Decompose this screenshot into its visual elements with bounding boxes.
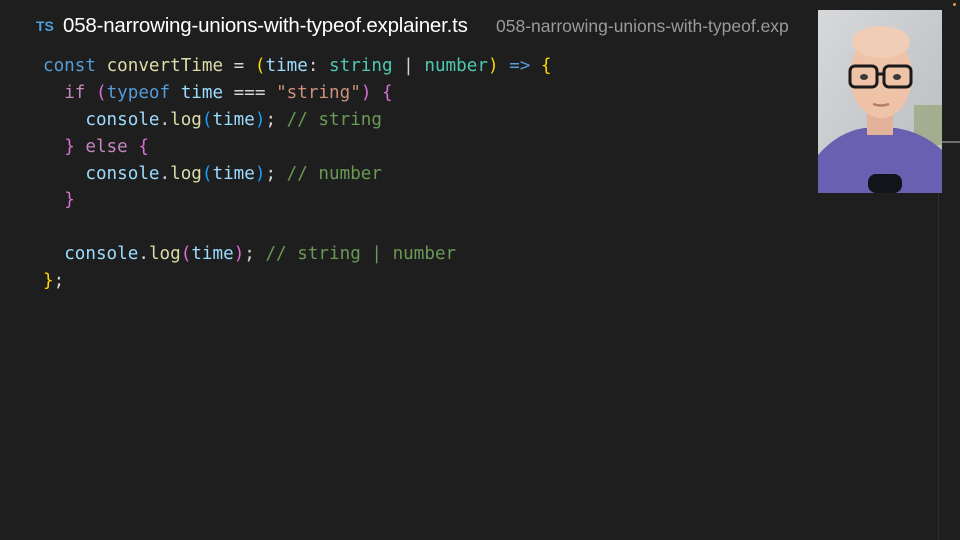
code-line-4: } else {: [43, 134, 552, 161]
token-variable: time: [180, 82, 224, 103]
file-path-breadcrumb[interactable]: 058-narrowing-unions-with-typeof.exp: [496, 16, 789, 37]
token-method: log: [170, 163, 202, 184]
typescript-file-icon: TS: [36, 18, 54, 34]
token-comment: // number: [286, 163, 382, 184]
code-line-9: };: [43, 268, 552, 295]
token-bracket: ): [254, 109, 266, 130]
token-keyword: typeof: [106, 82, 171, 103]
token-comment: // string | number: [265, 244, 457, 265]
code-line-8: console.log(time); // string | number: [43, 241, 552, 268]
presenter-webcam-overlay: [818, 10, 942, 193]
code-line-6: }: [43, 187, 552, 214]
token-bracket: (: [180, 244, 192, 265]
token-punctuation: :: [307, 56, 330, 76]
code-line-3: console.log(time); // string: [43, 107, 552, 134]
token-type: string: [329, 56, 393, 76]
token-punctuation: ;: [244, 244, 266, 265]
token-comment: // string: [286, 109, 382, 130]
token-operator: ===: [223, 82, 277, 103]
token-variable: time: [212, 109, 255, 130]
token-punctuation: ;: [265, 109, 287, 130]
code-line-1: const convertTime = (time: string | numb…: [43, 53, 552, 80]
token-operator: =: [223, 56, 255, 76]
token-punctuation: ;: [265, 163, 287, 184]
code-line-5: console.log(time); // number: [43, 161, 552, 188]
token-variable: time: [191, 244, 234, 265]
token-bracket: (: [201, 109, 213, 130]
token-keyword: else: [85, 136, 128, 157]
editor-tab-bar: TS 058-narrowing-unions-with-typeof.expl…: [0, 0, 960, 52]
token-keyword: const: [43, 56, 96, 76]
token-parameter: time: [265, 56, 308, 76]
token-bracket: (: [201, 163, 213, 184]
token-brace: {: [138, 136, 149, 157]
token-punctuation: .: [159, 163, 171, 184]
token-string: "string": [276, 82, 361, 103]
token-brace: {: [540, 56, 552, 76]
token-variable: time: [212, 163, 255, 184]
code-line-2: if (typeof time === "string") {: [43, 80, 552, 107]
token-brace: }: [64, 136, 75, 157]
scrollbar-position-marker: [942, 141, 960, 143]
token-brace: }: [64, 190, 75, 211]
token-punctuation: .: [138, 244, 149, 265]
token-object: console: [85, 109, 160, 130]
token-brace: }: [43, 271, 54, 292]
token-object: console: [85, 163, 160, 184]
active-file-name[interactable]: 058-narrowing-unions-with-typeof.explain…: [63, 14, 468, 38]
presenter-portrait-image: [818, 10, 942, 193]
token-arrow: =>: [498, 56, 541, 76]
token-function-name: convertTime: [106, 56, 224, 76]
token-object: console: [64, 244, 139, 265]
token-operator: |: [392, 56, 425, 76]
token-bracket: (: [95, 82, 107, 103]
token-keyword: if: [64, 82, 86, 103]
token-punctuation: ;: [53, 271, 65, 292]
token-brace: {: [382, 82, 393, 103]
token-method: log: [148, 244, 181, 265]
token-bracket: ): [487, 56, 499, 76]
token-bracket: ): [233, 244, 245, 265]
token-punctuation: .: [159, 109, 171, 130]
token-bracket: (: [254, 56, 266, 76]
code-editor[interactable]: const convertTime = (time: string | numb…: [43, 53, 552, 295]
token-bracket: ): [254, 163, 266, 184]
token-method: log: [170, 109, 202, 130]
token-type: number: [424, 56, 488, 76]
modified-indicator-icon: [953, 3, 956, 6]
token-bracket: ): [360, 82, 372, 103]
